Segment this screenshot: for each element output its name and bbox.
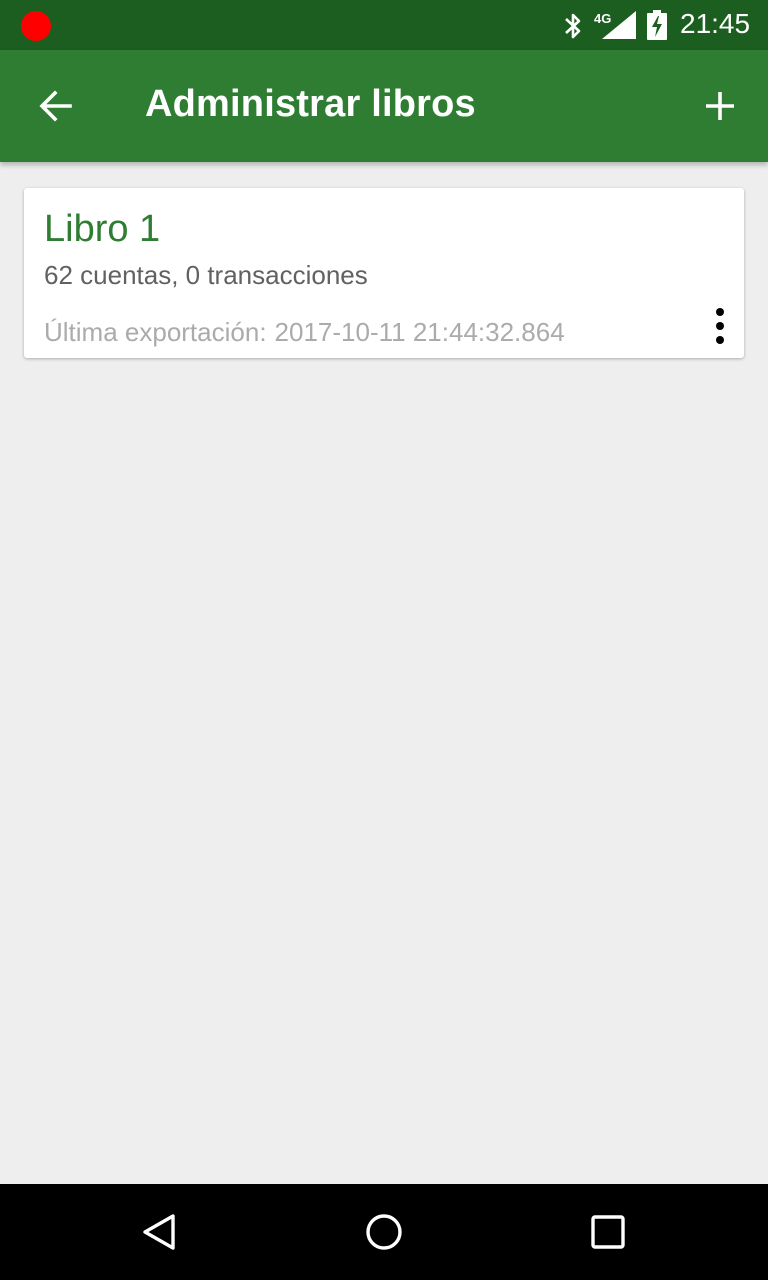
nav-back-icon bbox=[143, 1214, 175, 1250]
nav-recents-button[interactable] bbox=[578, 1202, 638, 1262]
recording-dot-icon bbox=[21, 11, 51, 41]
battery-charging-icon bbox=[647, 10, 667, 40]
book-card[interactable]: Libro 1 62 cuentas, 0 transacciones Últi… bbox=[24, 188, 744, 358]
navigation-bar bbox=[0, 1184, 768, 1280]
last-export-label: Última exportación: bbox=[44, 317, 267, 347]
book-summary: 62 cuentas, 0 transacciones bbox=[44, 260, 368, 290]
nav-home-icon bbox=[366, 1214, 402, 1250]
back-button[interactable] bbox=[26, 76, 86, 136]
book-name: Libro 1 bbox=[44, 208, 161, 250]
clock: 21:45 bbox=[680, 8, 751, 39]
nav-recents-icon bbox=[591, 1215, 625, 1249]
last-export-row: Última exportación: 2017-10-11 21:44:32.8… bbox=[44, 317, 565, 348]
last-export-value: 2017-10-11 21:44:32.864 bbox=[274, 317, 565, 347]
app-bar: Administrar libros bbox=[0, 50, 768, 162]
plus-icon bbox=[706, 92, 734, 120]
nav-home-button[interactable] bbox=[354, 1202, 414, 1262]
arrow-back-icon bbox=[39, 90, 72, 122]
bluetooth-icon bbox=[565, 13, 581, 39]
add-book-button[interactable] bbox=[690, 76, 750, 136]
status-bar: 4G 21:45 bbox=[0, 0, 768, 50]
signal-icon bbox=[602, 11, 636, 39]
more-vert-icon bbox=[716, 308, 724, 344]
book-menu-button[interactable] bbox=[704, 304, 736, 348]
nav-back-button[interactable] bbox=[130, 1202, 190, 1262]
page-title: Administrar libros bbox=[145, 83, 476, 125]
